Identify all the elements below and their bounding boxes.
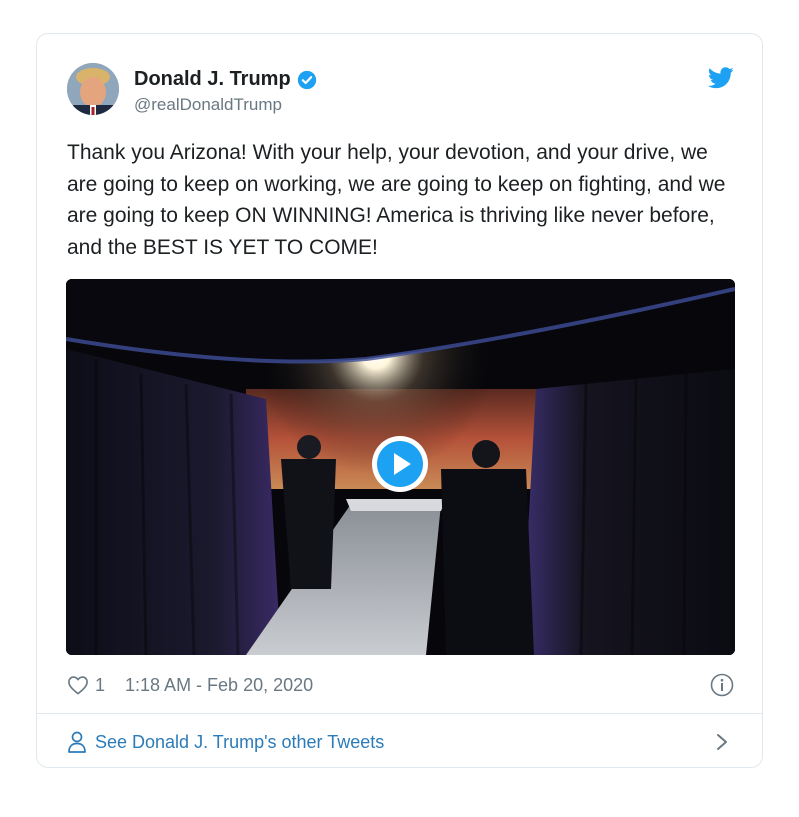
video-thumbnail[interactable] [66, 279, 735, 655]
tweet-meta: 1 1:18 AM - Feb 20, 2020 [67, 670, 734, 700]
person-icon [68, 731, 86, 753]
tweet-timestamp[interactable]: 1:18 AM - Feb 20, 2020 [125, 675, 313, 696]
info-icon[interactable] [710, 673, 734, 697]
twitter-bird-icon[interactable] [708, 67, 734, 89]
author-name-row: Donald J. Trump [134, 68, 317, 91]
author-name[interactable]: Donald J. Trump [134, 68, 291, 91]
divider [37, 713, 762, 714]
see-other-tweets-link[interactable]: See Donald J. Trump's other Tweets [67, 727, 734, 757]
chevron-right-icon [717, 734, 727, 750]
tweet-embed-card: Donald J. Trump @realDonaldTrump Thank y… [36, 33, 763, 768]
author-handle[interactable]: @realDonaldTrump [134, 95, 282, 115]
tweet-header: Donald J. Trump @realDonaldTrump [67, 63, 734, 119]
like-count: 1 [95, 674, 106, 695]
verified-badge-icon [297, 70, 316, 89]
play-icon[interactable] [370, 434, 430, 494]
see-other-tweets-label: See Donald J. Trump's other Tweets [95, 731, 385, 752]
avatar[interactable] [67, 63, 119, 115]
like-button[interactable]: 1 [67, 675, 105, 696]
tweet-text: Thank you Arizona! With your help, your … [67, 141, 726, 259]
heart-icon [68, 676, 88, 695]
